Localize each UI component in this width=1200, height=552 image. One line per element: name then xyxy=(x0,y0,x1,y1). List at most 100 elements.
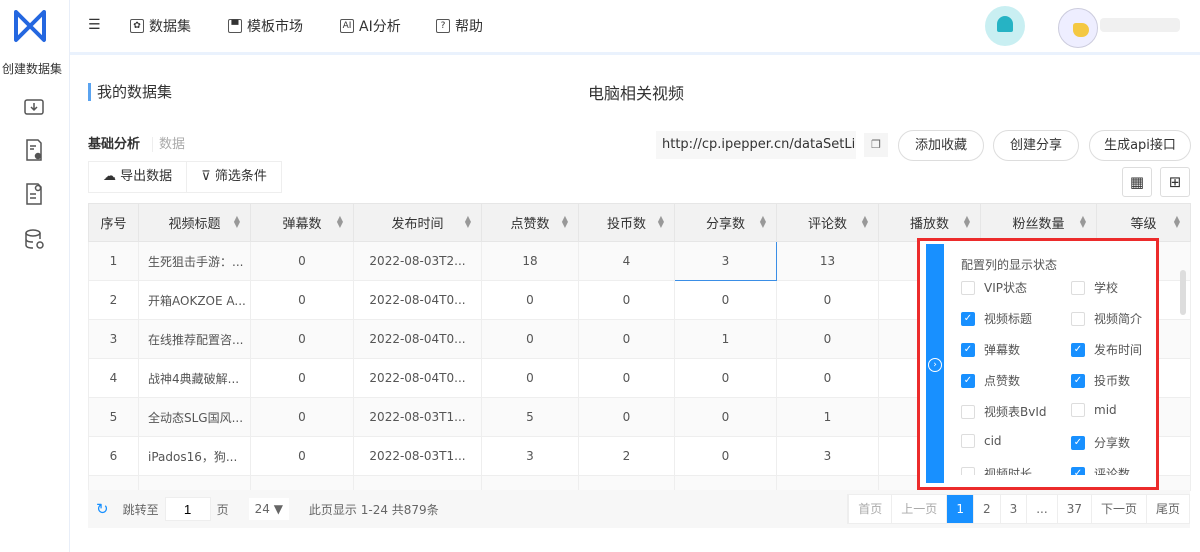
export-button[interactable]: ☁ 导出数据 xyxy=(89,162,186,192)
column-header[interactable]: 粉丝数量 ▲ ▼ xyxy=(980,203,1097,242)
sort-icon[interactable]: ▲ ▼ xyxy=(562,215,568,229)
nav-templates[interactable]: ▀ 模板市场 xyxy=(228,16,303,36)
column-option[interactable]: mid xyxy=(1071,403,1117,417)
checkbox[interactable] xyxy=(1071,280,1085,295)
generate-api-button[interactable]: 生成api接口 xyxy=(1089,130,1191,161)
checkbox[interactable]: ✓ xyxy=(961,311,975,326)
column-header[interactable]: 序号 xyxy=(88,203,139,242)
collapse-panel-button[interactable]: › xyxy=(926,244,944,483)
column-option[interactable]: ✓ 分享数 xyxy=(1071,434,1130,451)
checkbox[interactable]: ✓ xyxy=(1071,373,1085,388)
avatar[interactable] xyxy=(1058,8,1098,48)
column-header[interactable]: 点赞数 ▲ ▼ xyxy=(481,203,579,242)
logo-icon[interactable] xyxy=(12,8,48,44)
checkbox[interactable]: ✓ xyxy=(961,373,975,388)
table-cell[interactable]: 生死狙击手游：... xyxy=(138,241,251,281)
column-header[interactable]: 分享数 ▲ ▼ xyxy=(674,203,777,242)
table-cell[interactable]: 0 xyxy=(250,397,354,437)
table-cell[interactable]: 18 xyxy=(481,241,579,281)
copy-icon[interactable]: ❐ xyxy=(864,133,888,157)
table-cell[interactable]: 0 xyxy=(481,358,579,398)
table-cell[interactable]: 5 xyxy=(481,397,579,437)
table-cell[interactable]: 3 xyxy=(88,319,139,359)
checkbox[interactable] xyxy=(961,280,975,295)
table-cell[interactable]: 0 xyxy=(578,319,675,359)
favorite-doc-icon[interactable] xyxy=(22,138,46,162)
table-cell[interactable]: 6 xyxy=(88,436,139,476)
pager-item[interactable]: 下一页 xyxy=(1090,495,1146,523)
table-cell[interactable]: 0 xyxy=(776,358,879,398)
create-dataset-button[interactable]: 创建数据集 xyxy=(0,60,64,77)
database-icon[interactable] xyxy=(22,228,46,252)
filter-button[interactable]: ⊽ 筛选条件 xyxy=(186,162,281,192)
table-cell[interactable]: 4 xyxy=(88,358,139,398)
table-cell[interactable]: 0 xyxy=(250,280,354,320)
table-cell[interactable]: 0 xyxy=(674,280,777,320)
username-blurred[interactable] xyxy=(1100,18,1180,32)
sort-icon[interactable]: ▲ ▼ xyxy=(465,215,471,229)
refresh-icon[interactable]: ↻ xyxy=(96,500,109,518)
tab-basic-analysis[interactable]: 基础分析 xyxy=(88,137,140,152)
column-header[interactable]: 评论数 ▲ ▼ xyxy=(776,203,879,242)
sort-icon[interactable]: ▲ ▼ xyxy=(658,215,664,229)
column-option[interactable]: cid xyxy=(961,434,1002,448)
dataset-url[interactable]: http://cp.ipepper.cn/dataSetLi... xyxy=(656,131,856,159)
table-cell[interactable]: 2022-08-03T1... xyxy=(353,397,482,437)
column-option[interactable]: ✓ 弹幕数 xyxy=(961,341,1020,358)
column-option[interactable]: ✓ 投币数 xyxy=(1071,372,1130,389)
nav-ai-analysis[interactable]: AI AI分析 xyxy=(340,16,401,36)
table-cell[interactable]: 3 xyxy=(674,241,777,281)
table-cell[interactable]: 0 xyxy=(250,241,354,281)
table-cell[interactable]: 0 xyxy=(578,280,675,320)
table-cell[interactable]: 2022-08-03T1... xyxy=(353,436,482,476)
card-view-icon[interactable]: ⊞ xyxy=(1160,167,1190,197)
table-cell[interactable]: 2022-08-04T0... xyxy=(353,280,482,320)
table-cell[interactable]: 2 xyxy=(578,436,675,476)
column-option[interactable]: ✓ 评论数 xyxy=(1071,465,1130,475)
column-option[interactable]: 视频时长 xyxy=(961,465,1032,475)
sort-icon[interactable]: ▲ ▼ xyxy=(862,215,868,229)
checkbox[interactable] xyxy=(1071,311,1085,326)
create-share-button[interactable]: 创建分享 xyxy=(993,130,1079,161)
table-cell[interactable]: 0 xyxy=(776,280,879,320)
column-header[interactable]: 视频标题 ▲ ▼ xyxy=(138,203,251,242)
checkbox[interactable]: ✓ xyxy=(1071,435,1085,450)
checkbox[interactable]: ✓ xyxy=(1071,342,1085,357)
table-cell[interactable]: 0 xyxy=(674,358,777,398)
table-cell[interactable]: 0 xyxy=(250,436,354,476)
table-cell[interactable]: 0 xyxy=(578,397,675,437)
menu-toggle-icon[interactable]: ☰ xyxy=(88,17,101,33)
checkbox[interactable] xyxy=(961,404,975,419)
table-cell[interactable]: 2 xyxy=(88,280,139,320)
pager-item[interactable]: 37 xyxy=(1056,495,1091,523)
column-option[interactable]: 视频表BvId xyxy=(961,403,1047,420)
table-cell[interactable]: 4 xyxy=(578,241,675,281)
pager-item[interactable]: 1 xyxy=(946,495,973,523)
table-cell[interactable]: 3 xyxy=(481,436,579,476)
column-option[interactable]: 视频简介 xyxy=(1071,310,1142,327)
table-cell[interactable]: 0 xyxy=(578,358,675,398)
column-header[interactable]: 播放数 ▲ ▼ xyxy=(878,203,981,242)
tab-data[interactable]: 数据 xyxy=(152,137,186,152)
table-cell[interactable]: 0 xyxy=(674,397,777,437)
table-cell[interactable]: 2022-08-03T2... xyxy=(353,241,482,281)
table-cell[interactable]: 1 xyxy=(776,397,879,437)
table-cell[interactable]: 0 xyxy=(250,358,354,398)
column-header[interactable]: 投币数 ▲ ▼ xyxy=(578,203,675,242)
table-cell[interactable]: 0 xyxy=(776,319,879,359)
checkbox[interactable] xyxy=(1071,403,1085,417)
scrollbar[interactable] xyxy=(1180,270,1186,315)
checkbox[interactable]: ✓ xyxy=(961,342,975,357)
table-cell[interactable]: 2022-08-04T0... xyxy=(353,319,482,359)
import-icon[interactable] xyxy=(22,94,46,118)
checkbox[interactable] xyxy=(961,466,975,475)
pager-item[interactable]: 尾页 xyxy=(1145,495,1189,523)
table-cell[interactable]: 0 xyxy=(250,319,354,359)
column-option[interactable]: ✓ 视频标题 xyxy=(961,310,1032,327)
column-header[interactable]: 等级 ▲ ▼ xyxy=(1096,203,1191,242)
sort-icon[interactable]: ▲ ▼ xyxy=(760,215,766,229)
notification-bell-icon[interactable] xyxy=(985,6,1025,46)
table-cell[interactable]: 1 xyxy=(88,241,139,281)
table-cell[interactable]: 0 xyxy=(481,319,579,359)
page-input[interactable] xyxy=(164,497,211,521)
